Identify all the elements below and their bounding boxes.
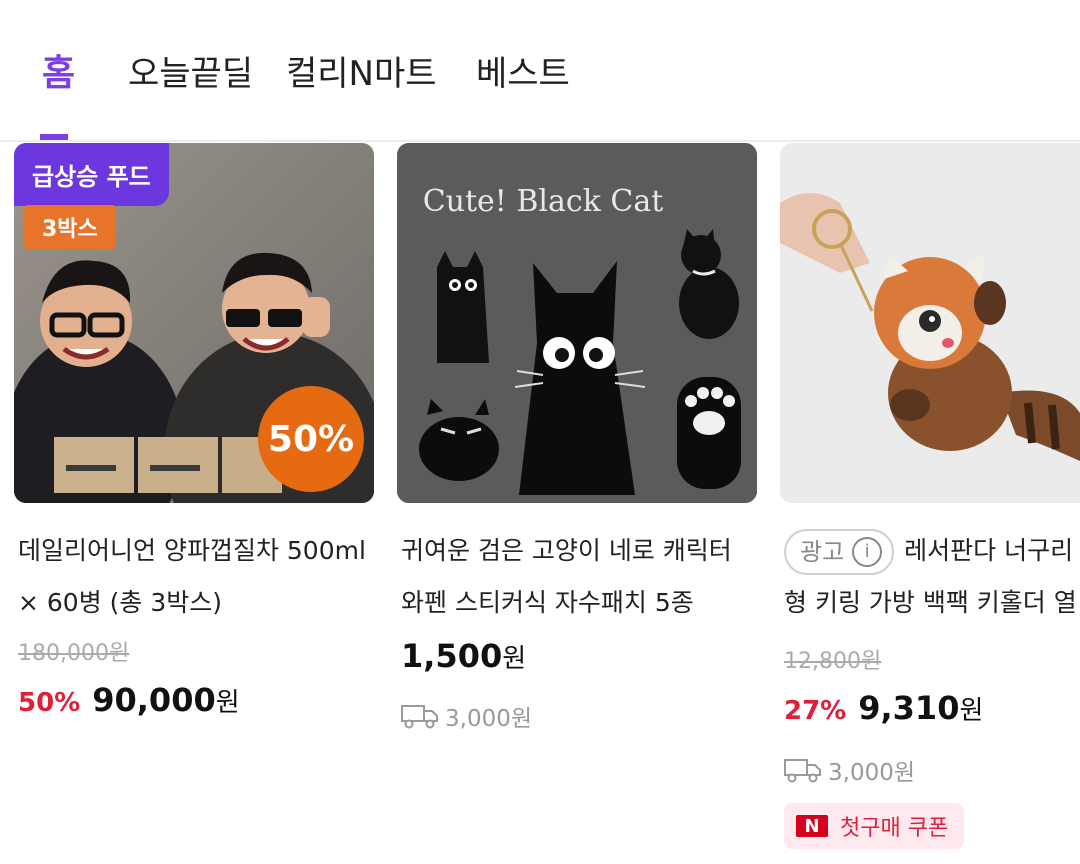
discount-rate: 27% [784,696,847,726]
original-price: 12,800원 [784,649,882,674]
price-row: 27% 9,310원 [784,689,984,727]
product-name[interactable]: 귀여운 검은 고양이 네로 캐릭터 와펜 스티커식 자수패치 5종 [401,525,732,629]
tab-best[interactable]: 베스트 [476,46,570,95]
ad-label[interactable]: 광고 i [784,529,895,575]
sale-price: 1,500 [401,637,503,675]
info-icon[interactable]: i [852,537,883,567]
original-price: 180,000원 [18,641,130,666]
price-row: 50% 90,000원 [18,681,240,719]
box-count-badge: 3박스 [24,205,116,249]
discount-rate: 50% [18,688,81,718]
product-photo-black-cat-patches: Cute! Black Cat [397,143,757,503]
sale-percent-badge: 50% [258,386,364,492]
cute-black-cat-text: Cute! Black Cat [423,184,664,219]
product-name[interactable]: 광고 i 레서판다 너구리 형 키링 가방 백팩 키홀더 열 [784,525,1077,629]
trending-food-badge: 급상승 푸드 [14,143,169,206]
sale-price: 90,000 [92,681,216,719]
truck-icon [784,759,821,783]
product-name[interactable]: 데일리어니언 양파껍질차 500ml × 60병 (총 3박스) [18,525,366,629]
product-image[interactable] [780,143,1080,503]
product-photo-red-panda [780,143,1080,503]
shipping-fee: 3,000원 [401,699,532,733]
truck-icon [401,705,438,729]
product-image[interactable]: Cute! Black Cat [397,143,757,503]
top-tab-bar: 홈 오늘끝딜 컬리N마트 베스트 [0,0,1080,142]
product-image[interactable]: 급상승 푸드 3박스 50% [14,143,374,503]
active-tab-indicator [40,134,68,140]
tab-today-deal[interactable]: 오늘끝딜 [128,46,253,95]
sale-price: 9,310 [858,689,960,727]
shipping-fee: 3,000원 [784,753,915,787]
first-purchase-coupon[interactable]: N 첫구매 쿠폰 [784,803,965,849]
tab-home[interactable]: 홈 [42,44,75,96]
price-row: 1,500원 [401,637,527,675]
naver-n-icon: N [796,815,828,837]
tab-kurly-n-mart[interactable]: 컬리N마트 [286,46,437,95]
